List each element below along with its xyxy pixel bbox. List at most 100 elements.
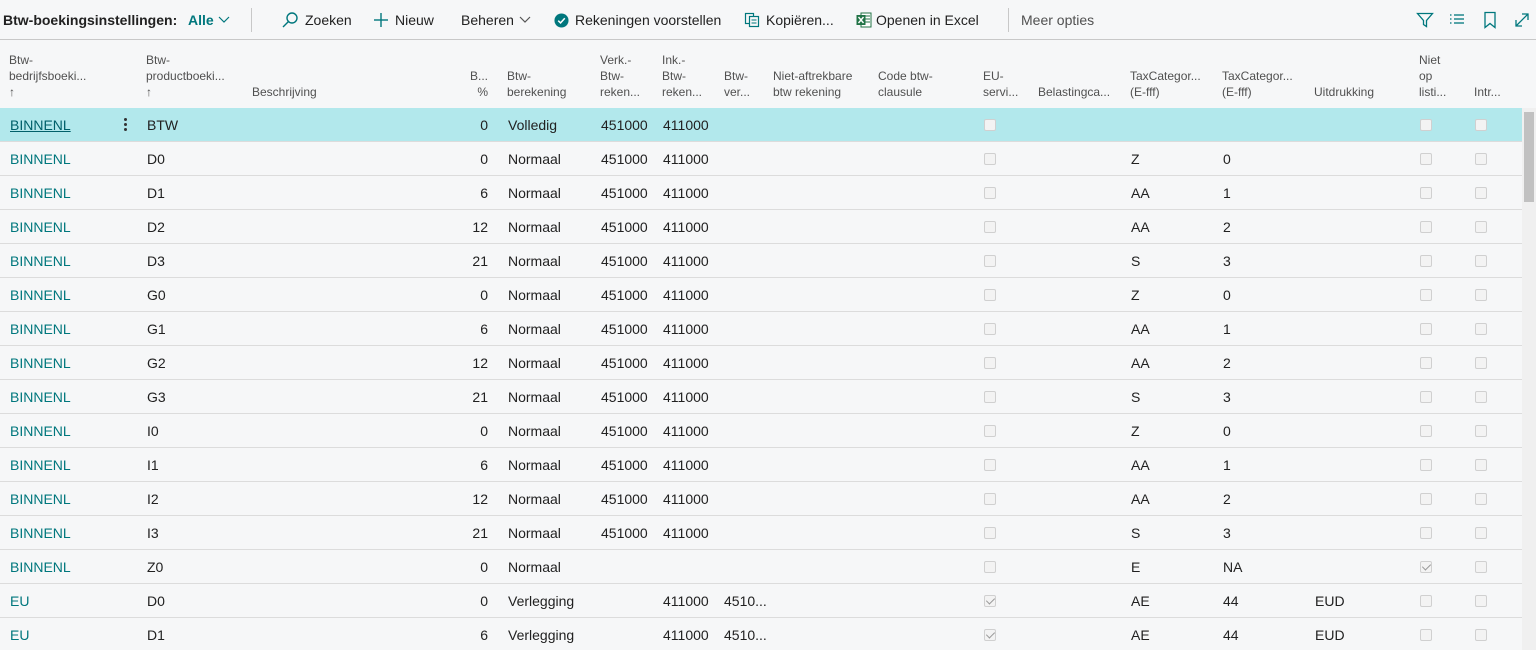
eu-service-checkbox[interactable]: [984, 322, 996, 335]
table-row[interactable]: BINNENL Z0 0 Normaal E NA: [0, 550, 1522, 584]
cell-taxcategory-2[interactable]: 44: [1223, 618, 1309, 650]
intra-checkbox[interactable]: [1475, 594, 1487, 607]
cell-bus-group[interactable]: BINNENL: [10, 346, 115, 379]
cell-vat-pct[interactable]: 21: [440, 516, 488, 549]
cell-taxcategory-2[interactable]: [1223, 108, 1309, 141]
table-row[interactable]: BINNENL D1 6 Normaal 451000 411000 AA 1: [0, 176, 1522, 210]
cell-taxcategory-1[interactable]: AA: [1131, 176, 1217, 209]
cell-taxcategory-2[interactable]: 3: [1223, 244, 1309, 277]
eu-service-checkbox[interactable]: [984, 186, 996, 199]
eu-service-checkbox[interactable]: [984, 220, 996, 233]
cell-reverse-charge-account[interactable]: [724, 516, 770, 549]
expand-button[interactable]: [1514, 0, 1530, 40]
cell-prod-group[interactable]: D0: [147, 142, 247, 175]
not-listed-checkbox[interactable]: [1420, 390, 1432, 403]
eu-service-checkbox[interactable]: [984, 152, 996, 165]
cell-bus-group[interactable]: EU: [10, 618, 115, 650]
cell-vat-pct[interactable]: 0: [440, 550, 488, 583]
eu-service-checkbox[interactable]: [984, 526, 996, 539]
cell-taxcategory-1[interactable]: S: [1131, 380, 1217, 413]
cell-bus-group[interactable]: BINNENL: [10, 550, 115, 583]
table-row[interactable]: BINNENL D0 0 Normaal 451000 411000 Z 0: [0, 142, 1522, 176]
cell-description[interactable]: [252, 312, 442, 345]
cell-vat-calc[interactable]: Normaal: [508, 210, 598, 243]
cell-bus-group[interactable]: BINNENL: [10, 448, 115, 481]
table-row[interactable]: BINNENL G3 21 Normaal 451000 411000 S 3: [0, 380, 1522, 414]
table-row[interactable]: BINNENL D3 21 Normaal 451000 411000 S 3: [0, 244, 1522, 278]
cell-vat-pct[interactable]: 12: [440, 346, 488, 379]
cell-description[interactable]: [252, 278, 442, 311]
eu-service-checkbox[interactable]: [984, 458, 996, 471]
cell-vat-calc[interactable]: Verlegging: [508, 584, 598, 617]
cell-expression[interactable]: EUD: [1315, 618, 1405, 650]
cell-vat-pct[interactable]: 0: [440, 278, 488, 311]
cell-taxcategory-1[interactable]: S: [1131, 516, 1217, 549]
cell-prod-group[interactable]: D1: [147, 176, 247, 209]
cell-description[interactable]: [252, 108, 442, 141]
cell-vat-calc[interactable]: Normaal: [508, 142, 598, 175]
cell-vat-pct[interactable]: 6: [440, 176, 488, 209]
cell-vat-calc[interactable]: Normaal: [508, 278, 598, 311]
table-row[interactable]: BINNENL I2 12 Normaal 451000 411000 AA 2: [0, 482, 1522, 516]
cell-sales-account[interactable]: 451000: [601, 244, 659, 277]
cell-reverse-charge-account[interactable]: [724, 210, 770, 243]
cell-bus-group[interactable]: BINNENL: [10, 176, 115, 209]
cell-expression[interactable]: [1315, 482, 1405, 515]
cell-expression[interactable]: [1315, 244, 1405, 277]
cell-taxcategory-1[interactable]: AA: [1131, 312, 1217, 345]
cell-taxcategory-1[interactable]: [1131, 108, 1217, 141]
cell-taxcategory-1[interactable]: AE: [1131, 584, 1217, 617]
col-header-vat-calc[interactable]: Btw- berekening: [507, 68, 595, 100]
not-listed-checkbox[interactable]: [1420, 458, 1432, 471]
table-row[interactable]: BINNENL G2 12 Normaal 451000 411000 AA 2: [0, 346, 1522, 380]
cell-vat-pct[interactable]: 6: [440, 448, 488, 481]
cell-taxcategory-1[interactable]: AA: [1131, 482, 1217, 515]
cell-description[interactable]: [252, 448, 442, 481]
not-listed-checkbox[interactable]: [1420, 288, 1432, 301]
cell-vat-calc[interactable]: Normaal: [508, 176, 598, 209]
eu-service-checkbox[interactable]: [984, 560, 996, 573]
cell-prod-group[interactable]: G0: [147, 278, 247, 311]
cell-taxcategory-2[interactable]: 1: [1223, 312, 1309, 345]
cell-prod-group[interactable]: D1: [147, 618, 247, 650]
cell-reverse-charge-account[interactable]: [724, 108, 770, 141]
cell-vat-pct[interactable]: 0: [440, 414, 488, 447]
cell-purchase-account[interactable]: 411000: [663, 618, 721, 650]
cell-purchase-account[interactable]: 411000: [663, 482, 721, 515]
cell-expression[interactable]: [1315, 346, 1405, 379]
cell-taxcategory-1[interactable]: AA: [1131, 346, 1217, 379]
cell-sales-account[interactable]: 451000: [601, 142, 659, 175]
eu-service-checkbox[interactable]: [984, 288, 996, 301]
cell-sales-account[interactable]: 451000: [601, 210, 659, 243]
cell-prod-group[interactable]: I1: [147, 448, 247, 481]
cell-taxcategory-1[interactable]: AA: [1131, 448, 1217, 481]
eu-service-checkbox[interactable]: [984, 356, 996, 369]
cell-bus-group[interactable]: BINNENL: [10, 482, 115, 515]
cell-purchase-account[interactable]: 411000: [663, 278, 721, 311]
cell-taxcategory-2[interactable]: 0: [1223, 278, 1309, 311]
suggest-accounts-button[interactable]: Rekeningen voorstellen: [554, 0, 721, 40]
cell-vat-pct[interactable]: 0: [440, 584, 488, 617]
cell-vat-pct[interactable]: 0: [440, 142, 488, 175]
cell-vat-calc[interactable]: Normaal: [508, 448, 598, 481]
cell-vat-calc[interactable]: Normaal: [508, 312, 598, 345]
more-options-button[interactable]: Meer opties: [1021, 0, 1094, 40]
cell-expression[interactable]: [1315, 380, 1405, 413]
cell-reverse-charge-account[interactable]: [724, 550, 770, 583]
cell-taxcategory-2[interactable]: 44: [1223, 584, 1309, 617]
cell-expression[interactable]: [1315, 312, 1405, 345]
not-listed-checkbox[interactable]: [1420, 526, 1432, 539]
cell-purchase-account[interactable]: [663, 550, 721, 583]
cell-vat-calc[interactable]: Normaal: [508, 380, 598, 413]
cell-sales-account[interactable]: 451000: [601, 448, 659, 481]
cell-sales-account[interactable]: 451000: [601, 482, 659, 515]
cell-reverse-charge-account[interactable]: [724, 244, 770, 277]
cell-description[interactable]: [252, 176, 442, 209]
intra-checkbox[interactable]: [1475, 526, 1487, 539]
col-header-taxcategory-2[interactable]: TaxCategor... (E-fff): [1222, 68, 1308, 100]
cell-vat-pct[interactable]: 12: [440, 482, 488, 515]
col-header-description[interactable]: Beschrijving: [252, 84, 442, 100]
cell-prod-group[interactable]: Z0: [147, 550, 247, 583]
cell-bus-group[interactable]: BINNENL: [10, 108, 115, 141]
cell-prod-group[interactable]: G3: [147, 380, 247, 413]
